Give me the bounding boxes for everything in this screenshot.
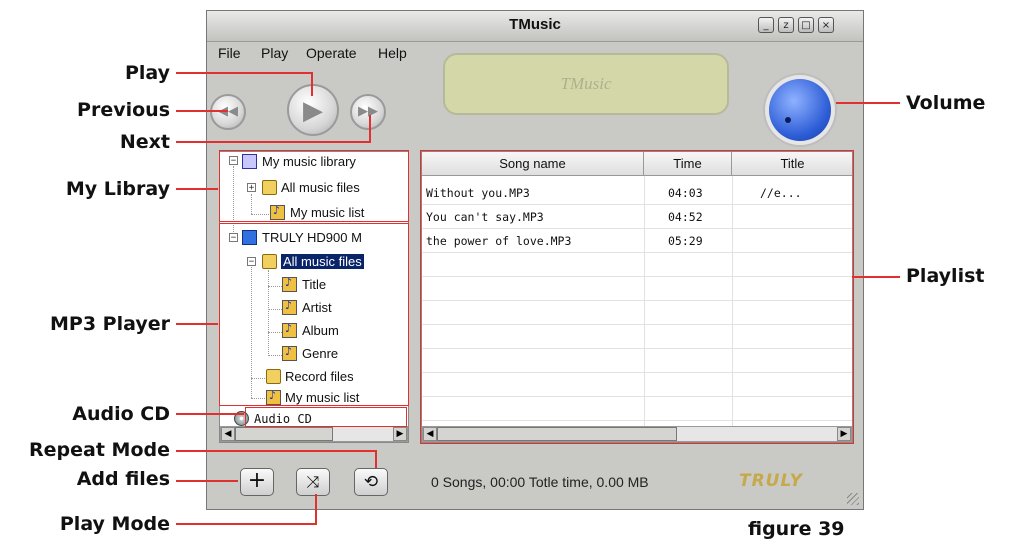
play-icon: ▶ [303,96,323,126]
leader-next-rise [369,115,371,143]
callout-play: Play [124,62,170,84]
callout-mp3-player: MP3 Player [50,313,170,335]
callout-previous: Previous [77,99,170,121]
volume-knob[interactable] [769,79,831,141]
leader-add-files [176,480,238,482]
leader-repeat-drop [375,450,377,468]
next-button[interactable]: ▶▶ [350,94,386,130]
leader-play-mode-rise [315,494,317,525]
play-mode-button[interactable]: ⤨ [296,468,330,496]
callout-my-library: My Libray [65,178,170,200]
maximize-button[interactable]: □ [798,17,814,33]
callout-add-files: Add files [76,468,170,490]
scroll-right-arrow-icon[interactable]: ▶ [393,427,407,441]
shuffle-icon: ⤨ [306,472,320,491]
truly-logo: TRULY [739,471,803,491]
resize-grip[interactable] [847,493,859,505]
repeat-icon: ⟲ [363,472,379,492]
scroll-left-arrow-icon[interactable]: ◀ [221,427,235,441]
mp3-player-outline [219,223,409,406]
callout-volume: Volume [906,92,986,114]
leader-volume [836,102,900,104]
callout-playlist: Playlist [906,265,985,287]
menu-file[interactable]: File [218,45,241,61]
previous-button[interactable]: ◀◀ [210,94,246,130]
lcd-display: TMusic [443,53,729,115]
plus-icon: + [247,468,267,493]
tree-horizontal-scrollbar[interactable]: ◀ ▶ [220,426,408,442]
callout-repeat-mode: Repeat Mode [29,439,170,461]
leader-my-library [176,188,218,190]
tmusic-window: TMusic _ z □ × File Play Operate Help ◀◀… [206,10,864,510]
close-button[interactable]: × [818,17,834,33]
leader-play-mode [176,523,316,525]
leader-audio-cd [176,413,244,415]
add-files-button[interactable]: + [240,468,274,496]
callout-play-mode: Play Mode [59,513,170,535]
leader-play-drop [311,72,313,96]
status-bar-text: 0 Songs, 00:00 Totle time, 0.00 MB [431,474,649,490]
figure-label: figure 39 [748,518,845,540]
leader-repeat-mode [176,450,376,452]
leader-mp3-player [176,323,218,325]
lcd-text: TMusic [560,74,612,93]
play-button[interactable]: ▶ [287,84,339,136]
title-bar[interactable]: TMusic _ z □ × [207,11,863,42]
menu-play[interactable]: Play [261,45,288,61]
callout-next: Next [119,131,170,153]
leader-play [176,72,312,74]
leader-previous [176,110,228,112]
menu-operate[interactable]: Operate [306,45,357,61]
audio-cd-outline [245,407,407,427]
menu-help[interactable]: Help [378,45,407,61]
mini-mode-button[interactable]: z [778,17,794,33]
tree-scroll-thumb[interactable] [235,427,333,441]
my-library-outline [219,150,409,222]
fast-forward-icon: ▶▶ [358,104,378,119]
leader-playlist [852,276,900,278]
leader-next [176,141,370,143]
repeat-mode-button[interactable]: ⟲ [354,468,388,496]
minimize-button[interactable]: _ [758,17,774,33]
knob-indicator [785,117,791,123]
playlist-outline [420,150,854,444]
callout-audio-cd: Audio CD [72,403,170,425]
